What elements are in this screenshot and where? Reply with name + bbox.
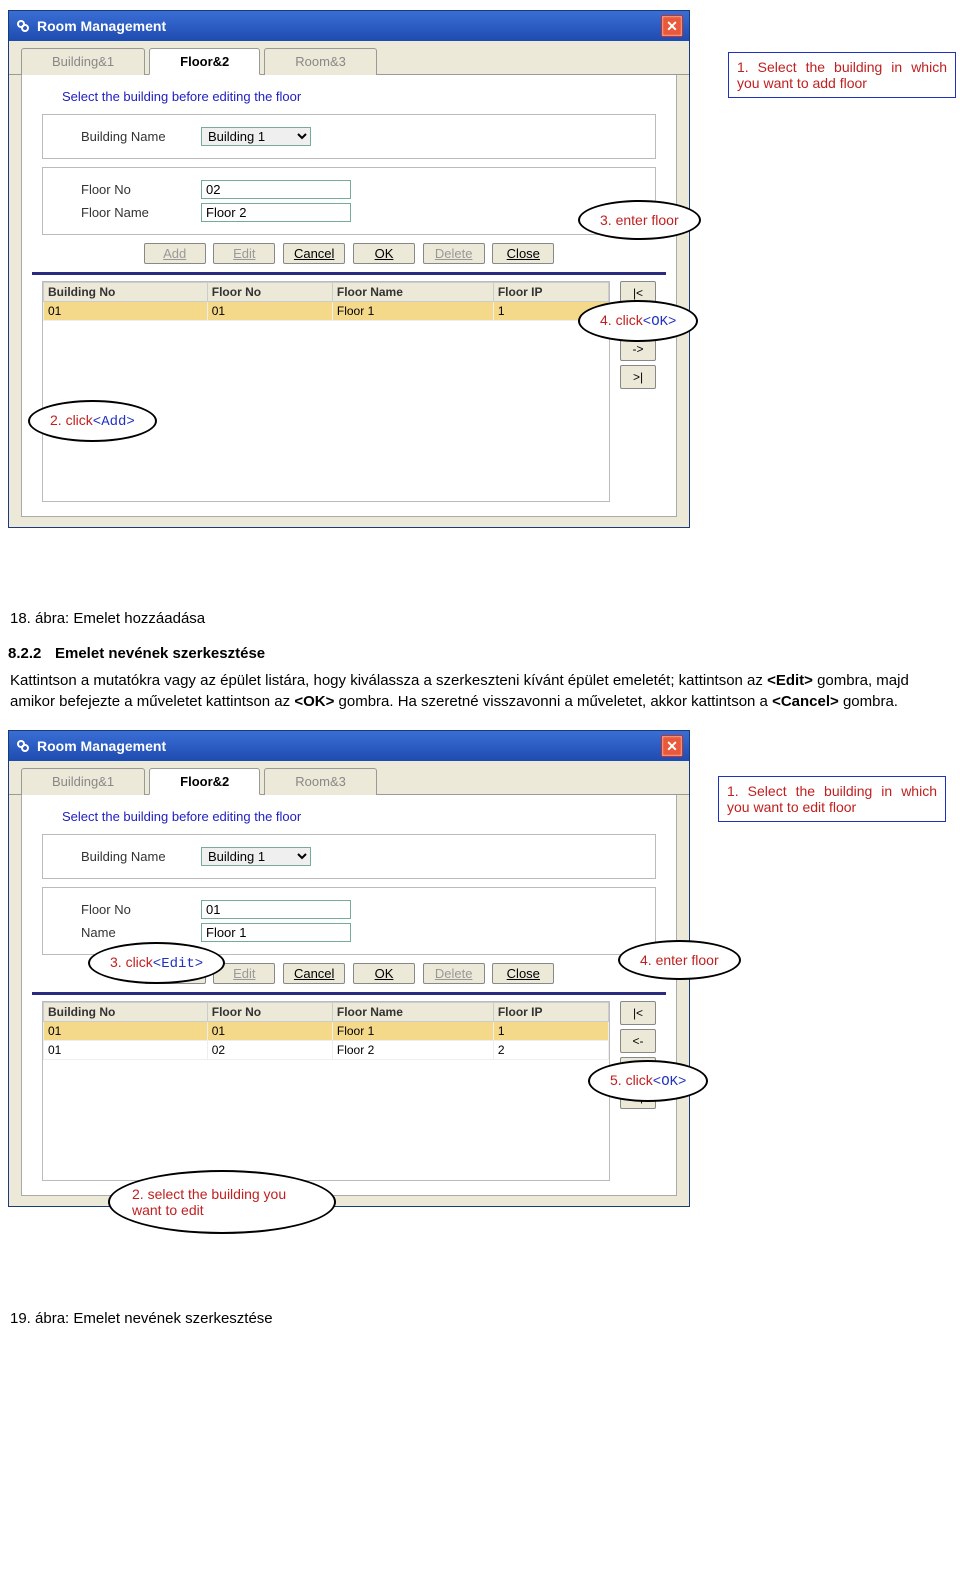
floor-name-input[interactable] (201, 203, 351, 222)
titlebar: Room Management ✕ (9, 731, 689, 761)
ok-button[interactable]: OK (353, 243, 415, 264)
callout-1-select-building: 1. Select the building in which you want… (718, 776, 946, 822)
ok-button[interactable]: OK (353, 963, 415, 984)
table-row[interactable]: 01 01 Floor 1 1 (44, 1022, 609, 1041)
grid-header: Building No (44, 283, 208, 302)
cancel-button[interactable]: Cancel (283, 963, 345, 984)
grid-header: Floor Name (332, 283, 493, 302)
section-number: 8.2.2 (8, 645, 41, 662)
add-button[interactable]: Add (144, 243, 206, 264)
floor-grid[interactable]: Building No Floor No Floor Name Floor IP… (42, 1001, 610, 1181)
callout-2-select-building-row: 2. select the building you want to edit (108, 1170, 336, 1234)
building-name-select[interactable]: Building 1 (201, 847, 311, 866)
section-title: Emelet nevének szerkesztése (55, 645, 265, 662)
tab-building[interactable]: Building&1 (21, 48, 145, 75)
edit-button[interactable]: Edit (213, 243, 275, 264)
callout-3-enter-floor: 3. enter floor (578, 200, 701, 240)
tab-building[interactable]: Building&1 (21, 768, 145, 795)
floor-name-input[interactable] (201, 923, 351, 942)
floor-no-input[interactable] (201, 180, 351, 199)
floor-name-label: Floor Name (81, 205, 201, 220)
floor-name-label: Name (81, 925, 201, 940)
callout-4-enter-floor: 4. enter floor (618, 940, 741, 980)
close-icon[interactable]: ✕ (661, 735, 683, 757)
callout-1-select-building: 1. Select the building in which you want… (728, 52, 956, 98)
delete-button[interactable]: Delete (423, 243, 485, 264)
close-icon[interactable]: ✕ (661, 15, 683, 37)
info-text: Select the building before editing the f… (62, 809, 666, 824)
callout-4-click-ok: 4. click<OK> (578, 300, 698, 342)
nav-first-button[interactable]: |< (620, 1001, 656, 1025)
nav-last-button[interactable]: >| (620, 365, 656, 389)
nav-prev-button[interactable]: <- (620, 1029, 656, 1053)
grid-header: Floor No (207, 1003, 332, 1022)
table-row[interactable]: 01 01 Floor 1 1 (44, 302, 609, 321)
window-title: Room Management (37, 738, 166, 754)
grid-header: Floor Name (332, 1003, 493, 1022)
building-name-label: Building Name (81, 129, 201, 144)
info-text: Select the building before editing the f… (62, 89, 666, 104)
callout-5-click-ok: 5. click<OK> (588, 1060, 708, 1102)
tab-floor[interactable]: Floor&2 (149, 48, 260, 75)
close-button[interactable]: Close (492, 963, 554, 984)
delete-button[interactable]: Delete (423, 963, 485, 984)
callout-2-click-add: 2. click<Add> (28, 400, 157, 442)
callout-3-click-edit: 3. click<Edit> (88, 942, 225, 984)
grid-header: Floor IP (493, 1003, 608, 1022)
grid-header: Building No (44, 1003, 208, 1022)
grid-header: Floor No (207, 283, 332, 302)
building-name-select[interactable]: Building 1 (201, 127, 311, 146)
floor-grid[interactable]: Building No Floor No Floor Name Floor IP… (42, 281, 610, 502)
close-button[interactable]: Close (492, 243, 554, 264)
table-row[interactable]: 01 02 Floor 2 2 (44, 1041, 609, 1060)
tab-room[interactable]: Room&3 (264, 768, 377, 795)
cancel-button[interactable]: Cancel (283, 243, 345, 264)
titlebar: Room Management ✕ (9, 11, 689, 41)
floor-no-label: Floor No (81, 902, 201, 917)
tab-room[interactable]: Room&3 (264, 48, 377, 75)
tab-floor[interactable]: Floor&2 (149, 768, 260, 795)
figure-caption-19: 19. ábra: Emelet nevének szerkesztése (10, 1310, 952, 1327)
window-room-management-1: Room Management ✕ Building&1 Floor&2 Roo… (8, 10, 690, 528)
app-icon (15, 18, 31, 34)
app-icon (15, 738, 31, 754)
grid-header: Floor IP (493, 283, 608, 302)
floor-no-label: Floor No (81, 182, 201, 197)
window-title: Room Management (37, 18, 166, 34)
building-name-label: Building Name (81, 849, 201, 864)
section-paragraph: Kattintson a mutatókra vagy az épület li… (10, 670, 952, 712)
floor-no-input[interactable] (201, 900, 351, 919)
figure-caption-18: 18. ábra: Emelet hozzáadása (10, 610, 952, 627)
